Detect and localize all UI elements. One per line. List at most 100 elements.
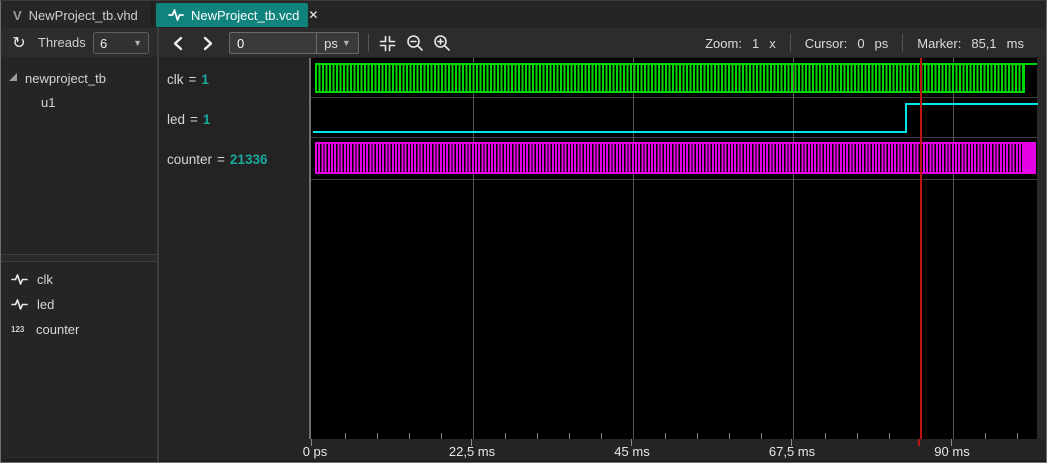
axis-tick-label: 45 ms — [614, 444, 650, 459]
axis-minor-tick — [857, 433, 858, 439]
axis-tick-label: 0 ps — [302, 444, 328, 459]
zoom-unit: x — [769, 35, 776, 51]
signal-row-led[interactable]: led = 1 — [167, 99, 307, 139]
axis-minor-tick — [409, 433, 410, 439]
equals-sign: = — [190, 111, 198, 127]
signal-value: 1 — [202, 111, 211, 127]
counter-waveform-end — [1022, 142, 1036, 174]
tab-label: NewProject_tb.vhd — [28, 7, 138, 23]
axis-minor-tick — [761, 433, 762, 439]
waveform-icon — [168, 8, 184, 22]
axis-minor-tick — [377, 433, 378, 439]
scope-sidebar: newproject_tb u1 clk led 123 counter — [1, 58, 157, 459]
tab-vcd-file[interactable]: NewProject_tb.vcd ✕ — [156, 3, 318, 27]
axis-minor-tick — [537, 433, 538, 439]
tab-bar: V NewProject_tb.vhd NewProject_tb.vcd ✕ — [1, 1, 1046, 28]
vhdl-file-icon: V — [13, 7, 22, 23]
signal-name: clk — [167, 71, 184, 87]
tree-item-label: u1 — [41, 94, 56, 110]
clk-waveform-end — [1023, 63, 1037, 93]
timestamp-input-group: ps ▼ — [229, 32, 359, 54]
axis-minor-tick — [441, 433, 442, 439]
axis-minor-tick — [825, 433, 826, 439]
panel-splitter[interactable] — [1, 254, 157, 262]
signal-label: led — [37, 296, 55, 312]
marker-axis-tick — [918, 439, 920, 446]
axis-minor-tick — [505, 433, 506, 439]
zoom-out-icon[interactable] — [404, 31, 426, 55]
led-waveform-low[interactable] — [313, 131, 905, 133]
scrollbar-track[interactable] — [1037, 58, 1046, 439]
waveform-icon — [11, 298, 28, 311]
chevron-down-icon: ▼ — [133, 38, 142, 48]
tree-item-label: newproject_tb — [25, 70, 106, 86]
signal-row-counter[interactable]: counter = 21336 — [167, 139, 307, 179]
signal-list-item-counter[interactable]: 123 counter — [1, 317, 157, 341]
previous-transition-button[interactable] — [167, 31, 189, 55]
marker-label: Marker: — [917, 35, 962, 51]
marker-unit: ms — [1006, 35, 1024, 51]
number-icon: 123 — [11, 324, 25, 334]
axis-minor-tick — [697, 433, 698, 439]
axis-minor-tick — [1017, 433, 1018, 439]
zoom-value: 1 — [751, 35, 760, 51]
zoom-in-icon[interactable] — [431, 31, 453, 55]
signal-list-item-led[interactable]: led — [1, 292, 157, 316]
axis-minor-tick — [345, 433, 346, 439]
row-separator — [311, 179, 1038, 180]
axis-tick-label: 22,5 ms — [448, 444, 496, 459]
row-separator — [311, 97, 1038, 98]
signal-list-item-clk[interactable]: clk — [1, 267, 157, 291]
axis-minor-tick — [985, 433, 986, 439]
expand-triangle-icon[interactable] — [9, 73, 17, 81]
time-axis: 0 ps 22,5 ms 45 ms 67,5 ms 90 ms — [159, 439, 1046, 460]
cursor-label: Cursor: — [804, 35, 848, 51]
refresh-icon[interactable]: ↻ — [9, 31, 29, 55]
tree-item-u1[interactable]: u1 — [1, 91, 157, 113]
signal-value: 1 — [201, 71, 209, 87]
axis-minor-tick — [601, 433, 602, 439]
gridline — [633, 58, 634, 439]
axis-minor-tick — [665, 433, 666, 439]
led-waveform-high[interactable] — [907, 103, 1038, 105]
signal-name: led — [167, 111, 186, 127]
waveform-viewer-window: V NewProject_tb.vhd NewProject_tb.vcd ✕ … — [0, 0, 1047, 463]
tree-item-newproject-tb[interactable]: newproject_tb — [1, 67, 157, 89]
waveform-icon — [11, 273, 28, 286]
gridline — [953, 58, 954, 439]
fit-to-screen-icon[interactable] — [376, 31, 398, 55]
status-readouts: Zoom: 1 x Cursor: 0 ps Marker: 85,1 ms — [691, 28, 1038, 58]
waveform-canvas[interactable] — [309, 58, 1038, 439]
equals-sign: = — [188, 71, 197, 87]
axis-tick-label: 90 ms — [934, 444, 970, 459]
signal-label: clk — [37, 271, 53, 287]
cursor-value: 0 — [857, 35, 865, 51]
gridline — [793, 58, 794, 439]
axis-tick-label: 67,5 ms — [768, 444, 816, 459]
signal-label: counter — [36, 321, 80, 337]
time-unit-select[interactable]: ps ▼ — [316, 33, 358, 53]
axis-minor-tick — [729, 433, 730, 439]
axis-minor-tick — [569, 433, 570, 439]
marker-line[interactable] — [920, 58, 922, 439]
signal-name: counter — [167, 151, 213, 167]
timestamp-input[interactable] — [230, 33, 316, 53]
zoom-label: Zoom: — [705, 35, 742, 51]
signal-row-clk[interactable]: clk = 1 — [167, 59, 307, 99]
axis-minor-tick — [889, 433, 890, 439]
chevron-down-icon: ▼ — [341, 38, 351, 48]
row-separator — [311, 137, 1038, 138]
next-transition-button[interactable] — [197, 31, 219, 55]
tab-label: NewProject_tb.vcd — [191, 7, 300, 23]
close-icon[interactable]: ✕ — [308, 8, 318, 22]
gridline — [473, 58, 474, 439]
counter-waveform[interactable] — [315, 142, 1022, 174]
tab-vhd-file[interactable]: V NewProject_tb.vhd — [1, 3, 153, 27]
threads-select[interactable]: 6 ▼ — [93, 32, 149, 54]
threads-value: 6 — [100, 35, 108, 51]
cursor-unit: ps — [874, 35, 889, 51]
clk-waveform[interactable] — [315, 63, 1023, 93]
time-unit-value: ps — [324, 35, 338, 51]
toolbar-separator — [368, 34, 369, 52]
signal-name-panel: clk = 1 led = 1 counter = 21336 — [159, 58, 309, 439]
